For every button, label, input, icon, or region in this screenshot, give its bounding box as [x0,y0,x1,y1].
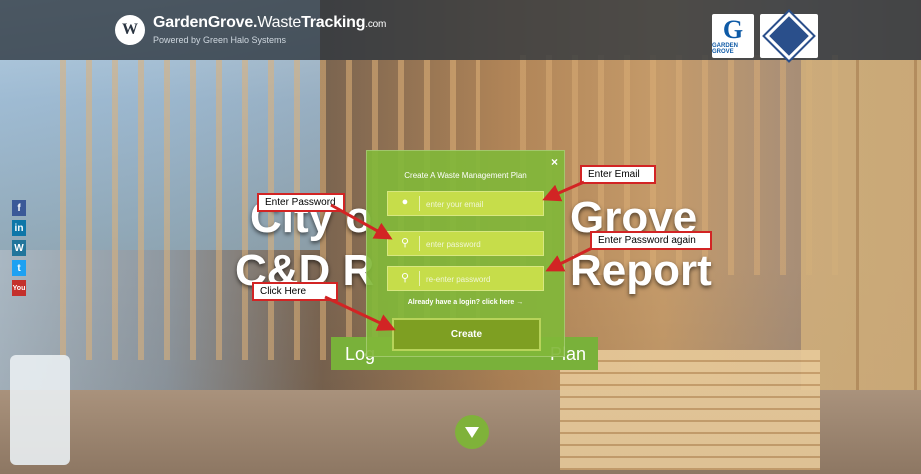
background-lumber [560,350,820,470]
scroll-down-button[interactable] [455,415,489,449]
logo-text: GardenGrove.WasteTracking.com Powered by… [153,14,387,46]
field-divider [419,271,420,286]
facebook-icon[interactable]: f [12,200,26,216]
callout-enter-password-again: Enter Password again [590,231,712,250]
hero-line2-right: Report [570,246,712,295]
logo-com: .com [365,19,387,30]
password-field[interactable]: ⚲ [387,231,544,257]
modal-title: Create A Waste Management Plan [404,171,527,180]
garden-grove-logo[interactable]: G GARDEN GROVE [712,14,754,58]
password-input[interactable] [424,232,543,257]
email-field[interactable]: ● [387,191,544,217]
close-icon[interactable]: × [551,155,558,169]
city-seal-logo[interactable] [760,11,818,61]
linkedin-icon[interactable]: in [12,220,26,236]
garden-grove-logo-text: GARDEN GROVE [712,43,739,55]
callout-enter-email: Enter Email [580,165,656,184]
field-divider [419,236,420,251]
key-icon: ⚲ [400,272,410,284]
logo-brand: GardenGrove. [153,14,258,31]
login-link[interactable]: Already have a login? click here → [367,299,564,306]
youtube-icon[interactable]: You [12,280,26,296]
city-seal-icon [764,11,814,61]
user-icon: ● [401,196,409,208]
wordpress-icon[interactable]: W [12,240,26,256]
logo-subtitle: Powered by Green Halo Systems [153,35,287,45]
key-icon: ⚲ [400,237,410,249]
logo-waste: Waste [257,14,302,31]
garden-grove-logo-letter: G [722,15,744,44]
password-confirm-input[interactable] [424,267,543,292]
twitter-icon[interactable]: t [12,260,26,276]
field-divider [419,196,420,211]
social-links: f in W t You [12,200,26,296]
top-bar: W GardenGrove.WasteTracking.com Powered … [0,0,921,61]
site-logo[interactable]: W GardenGrove.WasteTracking.com Powered … [115,15,386,45]
password-confirm-field[interactable]: ⚲ [387,266,544,292]
callout-enter-password: Enter Password [257,193,345,212]
create-plan-modal: × Create A Waste Management Plan ● ⚲ ⚲ A… [366,150,565,357]
create-button[interactable]: Create [392,318,541,351]
logo-tracking: Tracking [301,14,366,31]
chevron-down-icon [465,427,479,438]
callout-click-here: Click Here [252,282,338,301]
logo-mark-icon: W [115,15,145,45]
background-truck [10,355,70,465]
email-input[interactable] [424,192,543,217]
